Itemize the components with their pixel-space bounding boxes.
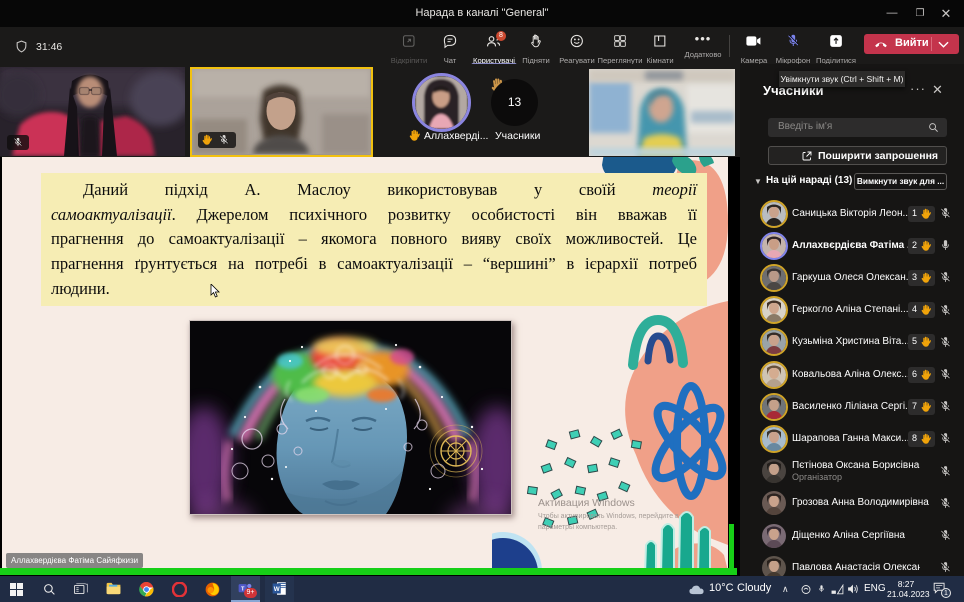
svg-text:W: W <box>274 586 280 593</box>
